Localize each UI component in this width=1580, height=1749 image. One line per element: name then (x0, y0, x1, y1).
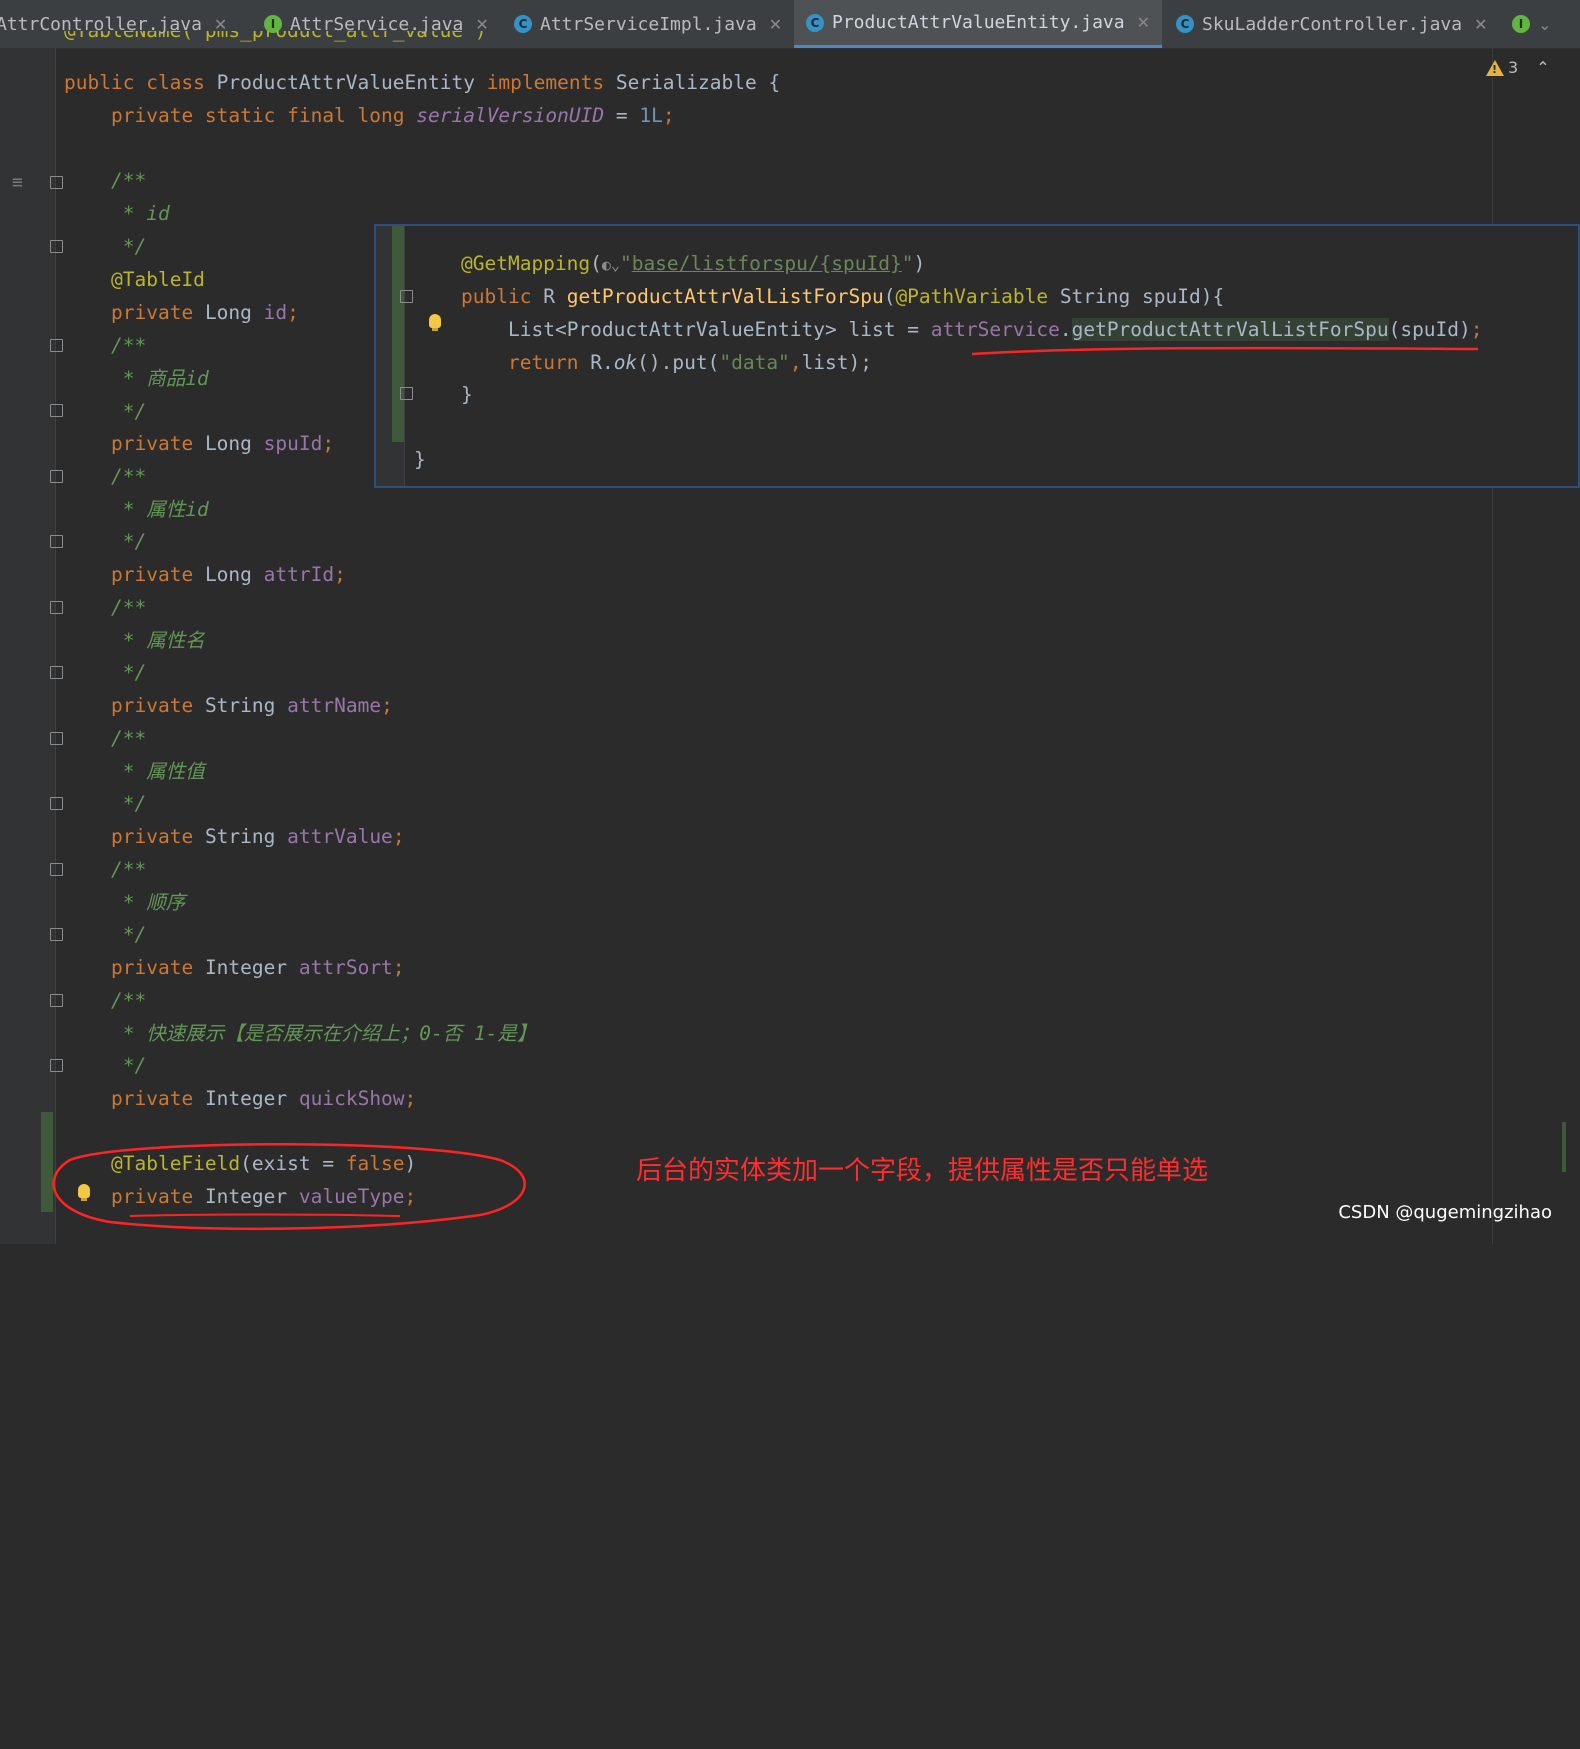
annotation-note: 后台的实体类加一个字段，提供属性是否只能单选 (636, 1156, 1209, 1186)
red-underline (971, 346, 1479, 356)
watermark: CSDN @qugemingzihao (1338, 1202, 1552, 1223)
red-circle (52, 1143, 526, 1231)
red-annotation-overlay (52, 346, 1479, 1231)
red-underline-field (129, 1213, 401, 1217)
